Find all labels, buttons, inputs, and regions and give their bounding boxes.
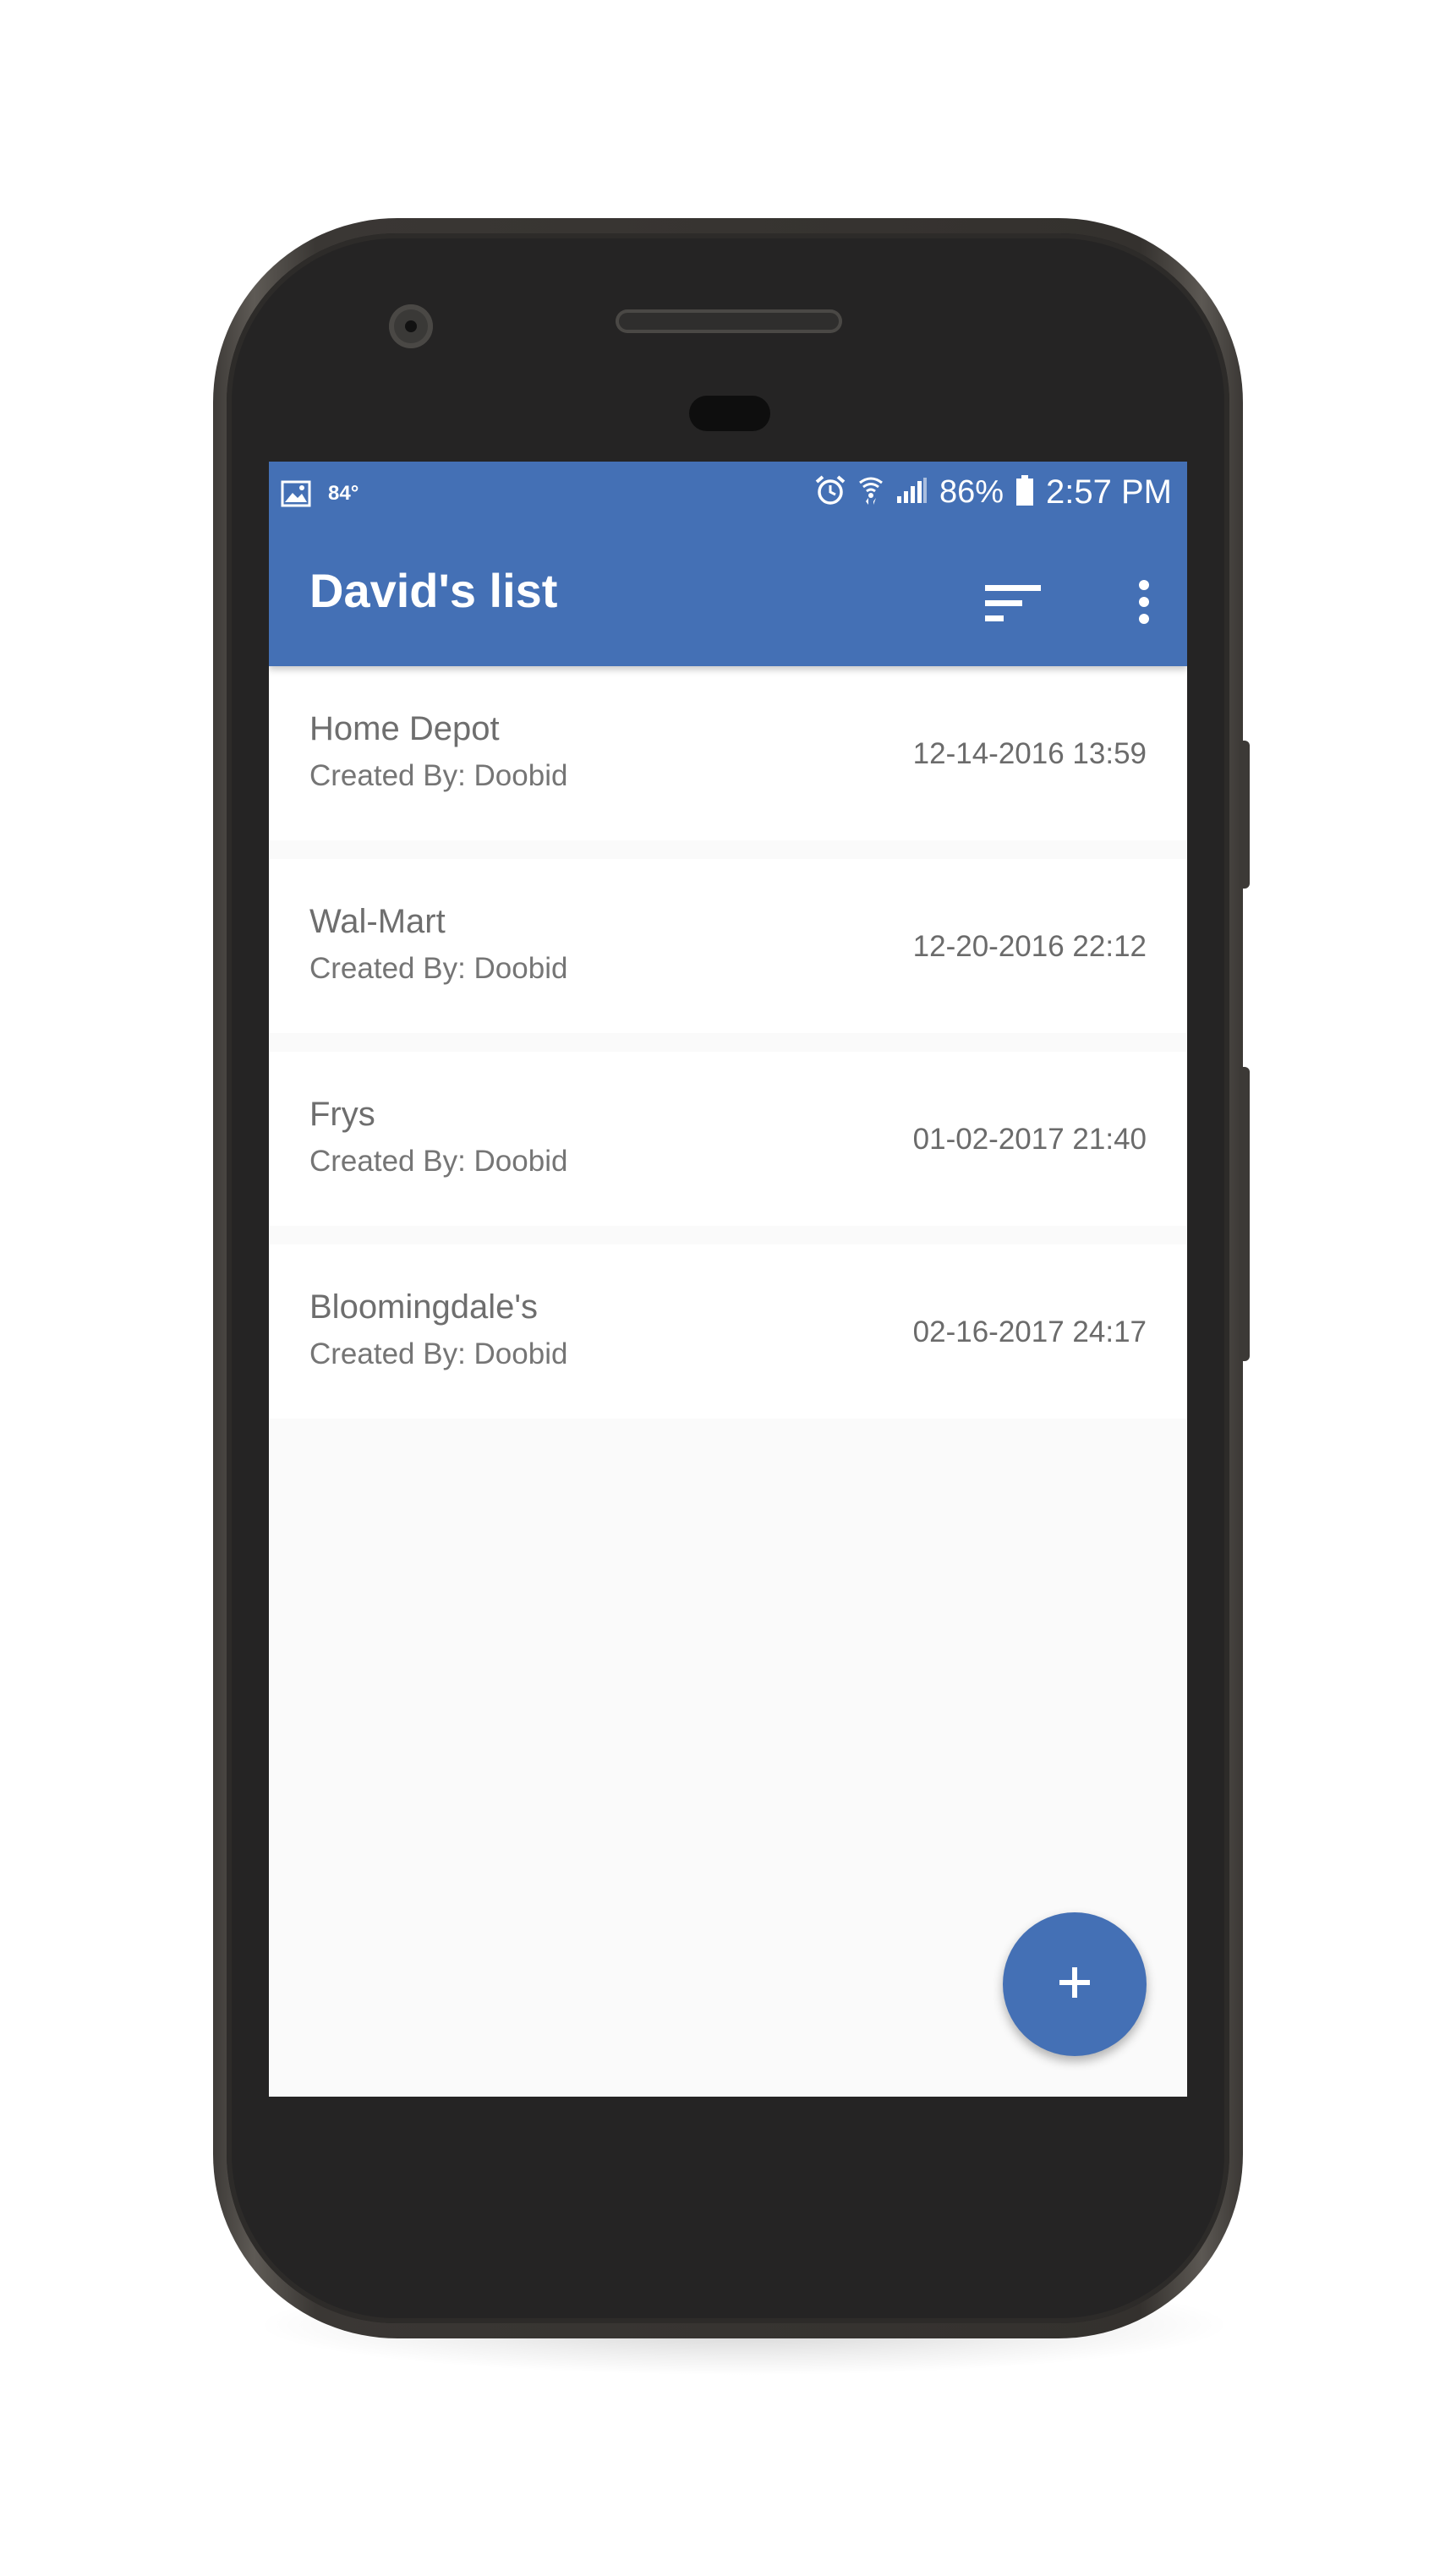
app-bar: 84° 86% 2:57 PM David's list [269,462,1187,666]
list-item-date: 02-16-2017 24:17 [912,1315,1147,1348]
sort-icon [985,583,1041,628]
list-item-creator: Created By: Doobid [309,1145,568,1178]
clock-time: 2:57 PM [1046,473,1172,511]
sort-button[interactable] [979,572,1047,639]
list-item[interactable]: Frys Created By: Doobid 01-02-2017 21:40 [269,1052,1187,1226]
plus-icon [1058,1966,1092,2004]
list-item-date: 12-20-2016 22:12 [912,930,1147,963]
weather-temperature: 84° [328,482,359,505]
list-item-creator: Created By: Doobid [309,759,568,792]
more-options-button[interactable] [1114,570,1174,637]
proximity-sensor [689,396,770,431]
status-left: 84° [281,477,359,511]
list-item-name: Wal-Mart [309,903,446,940]
volume-button [1240,1067,1250,1361]
page-title: David's list [309,564,558,617]
front-camera [389,304,433,348]
add-list-button[interactable] [1003,1912,1147,2056]
power-button [1240,741,1250,889]
shopping-lists: Home Depot Created By: Doobid 12-14-2016… [269,666,1187,1437]
list-item-name: Bloomingdale's [309,1288,539,1326]
screen: 84° 86% 2:57 PM David's list Home Depot … [269,462,1187,2097]
earpiece-speaker [616,309,842,333]
battery-icon [1015,474,1034,511]
status-right: 86% 2:57 PM [802,473,1172,511]
list-item[interactable]: Bloomingdale's Created By: Doobid 02-16-… [269,1244,1187,1419]
list-item-name: Home Depot [309,710,500,747]
list-item-date: 12-14-2016 13:59 [912,737,1147,770]
signal-icon [895,476,928,509]
list-item-date: 01-02-2017 21:40 [912,1123,1147,1156]
battery-percentage: 86% [939,473,1004,510]
list-item[interactable]: Home Depot Created By: Doobid 12-14-2016… [269,666,1187,840]
list-item-creator: Created By: Doobid [309,952,568,985]
gallery-icon [281,480,311,507]
stage: 84° 86% 2:57 PM David's list Home Depot … [0,0,1456,2576]
more-vert-icon [1137,579,1151,628]
alarm-icon [814,474,846,511]
status-bar: 84° 86% 2:57 PM [269,462,1187,522]
list-item-creator: Created By: Doobid [309,1337,568,1370]
wifi-icon [858,474,884,511]
list-item-name: Frys [309,1096,375,1133]
list-item[interactable]: Wal-Mart Created By: Doobid 12-20-2016 2… [269,859,1187,1033]
